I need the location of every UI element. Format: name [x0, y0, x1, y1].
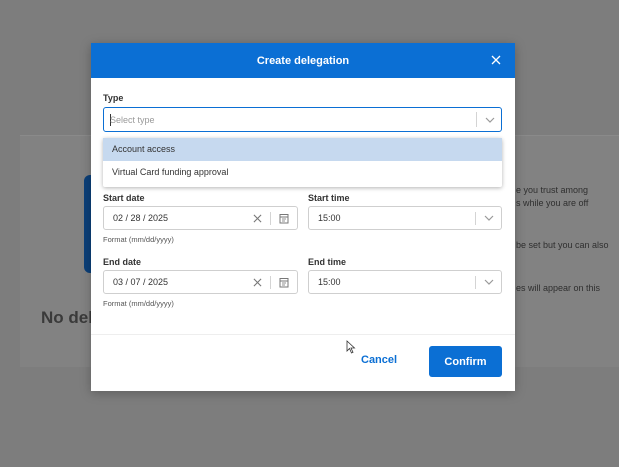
- create-delegation-dialog: Create delegation Type Select type Start…: [91, 43, 515, 391]
- background-text-line: s while you are off: [516, 198, 589, 208]
- type-dropdown-menu: Account access Virtual Card funding appr…: [103, 138, 502, 187]
- cancel-button[interactable]: Cancel: [361, 354, 397, 366]
- chevron-down-icon[interactable]: [482, 275, 496, 289]
- calendar-icon[interactable]: [279, 213, 289, 224]
- type-placeholder: Select type: [110, 115, 155, 125]
- footer-divider: [91, 334, 515, 335]
- start-date-value: 02 / 28 / 2025: [113, 213, 169, 223]
- start-time-select[interactable]: 15:00: [308, 206, 502, 230]
- start-date-label: Start date: [103, 193, 145, 203]
- close-icon-graphic: [491, 55, 501, 65]
- end-time-value: 15:00: [318, 277, 341, 287]
- dialog-header: Create delegation: [91, 43, 515, 78]
- close-icon[interactable]: [489, 53, 503, 67]
- start-time-label: Start time: [308, 193, 350, 203]
- chevron-down-icon[interactable]: [482, 211, 496, 225]
- select-separator: [476, 112, 477, 127]
- type-option-virtual-card-funding-approval[interactable]: Virtual Card funding approval: [103, 161, 502, 184]
- background-text-line: be set but you can also: [516, 240, 609, 250]
- end-date-input[interactable]: 03 / 07 / 2025: [103, 270, 298, 294]
- start-date-input[interactable]: 02 / 28 / 2025: [103, 206, 298, 230]
- field-separator: [475, 276, 476, 289]
- mouse-cursor-icon: [346, 340, 356, 354]
- type-label: Type: [103, 93, 124, 103]
- clear-icon[interactable]: [253, 214, 262, 223]
- field-separator: [475, 212, 476, 225]
- end-date-format-hint: Format (mm/dd/yyyy): [103, 299, 174, 308]
- start-time-value: 15:00: [318, 213, 341, 223]
- end-date-value: 03 / 07 / 2025: [113, 277, 169, 287]
- end-date-label: End date: [103, 257, 142, 267]
- chevron-down-icon[interactable]: [483, 113, 497, 127]
- background-text-line: e you trust among: [516, 185, 589, 195]
- dialog-title: Create delegation: [256, 54, 350, 67]
- calendar-icon[interactable]: [279, 277, 289, 288]
- clear-icon[interactable]: [253, 278, 262, 287]
- background-text-line: es will appear on this: [516, 283, 601, 293]
- background-title: No del: [41, 308, 91, 327]
- end-time-label: End time: [308, 257, 347, 267]
- type-option-account-access[interactable]: Account access: [103, 138, 502, 161]
- end-time-select[interactable]: 15:00: [308, 270, 502, 294]
- field-separator: [270, 212, 271, 225]
- confirm-button[interactable]: Confirm: [429, 346, 502, 377]
- start-date-format-hint: Format (mm/dd/yyyy): [103, 235, 174, 244]
- type-select[interactable]: Select type: [103, 107, 502, 132]
- field-separator: [270, 276, 271, 289]
